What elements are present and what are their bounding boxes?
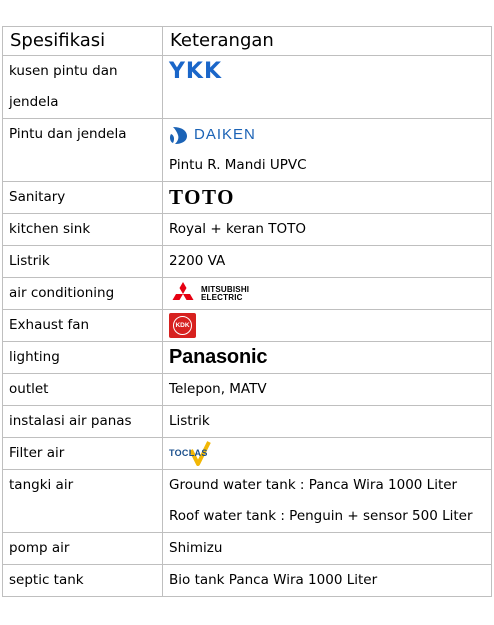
row-label: outlet	[2, 373, 163, 406]
row-value: Panasonic	[162, 341, 492, 374]
table-row: instalasi air panas Listrik	[2, 405, 492, 438]
row-label: instalasi air panas	[2, 405, 163, 438]
row-value: Royal + keran TOTO	[162, 213, 492, 246]
ykk-logo: YKK	[169, 59, 223, 84]
row-value: TOTO	[162, 181, 492, 214]
kdk-badge: KDK	[169, 313, 196, 338]
row-label: kusen pintu dan jendela	[2, 55, 163, 119]
daiken-mark-icon	[169, 126, 187, 144]
table-row: air conditioning MITSUBISHI ELECTRIC	[2, 277, 492, 310]
table-row: pomp air Shimizu	[2, 532, 492, 565]
row-label: Exhaust fan	[2, 309, 163, 342]
header-keterangan: Keterangan	[162, 26, 492, 56]
row-value: 2200 VA	[162, 245, 492, 278]
table-row: Sanitary TOTO	[2, 181, 492, 214]
row-label: Filter air	[2, 437, 163, 470]
panasonic-logo: Panasonic	[169, 346, 268, 368]
row-label: air conditioning	[2, 277, 163, 310]
row-value: YKK	[162, 55, 492, 119]
row-label: tangki air	[2, 469, 163, 533]
table-row: Pintu dan jendela DAIKEN Pintu R. Mandi …	[2, 118, 492, 182]
row-label: kitchen sink	[2, 213, 163, 246]
table-row: Listrik 2200 VA	[2, 245, 492, 278]
mitsubishi-diamonds-icon	[172, 281, 194, 300]
table-row: Exhaust fan KDK	[2, 309, 492, 342]
table-row: Filter air TOCLAS	[2, 437, 492, 470]
row-label-line: kusen pintu dan	[9, 63, 118, 79]
table-header-row: Spesifikasi Keterangan	[2, 26, 492, 56]
header-spesifikasi: Spesifikasi	[2, 26, 163, 56]
row-label: septic tank	[2, 564, 163, 597]
specification-table: Spesifikasi Keterangan kusen pintu dan j…	[2, 26, 492, 597]
row-value: KDK	[162, 309, 492, 342]
row-label: lighting	[2, 341, 163, 374]
toto-logo: TOTO	[169, 185, 235, 209]
table-row: septic tank Bio tank Panca Wira 1000 Lit…	[2, 564, 492, 597]
mitsubishi-electric-logo: MITSUBISHI ELECTRIC	[169, 278, 485, 309]
toclas-wordmark: TOCLAS	[169, 448, 208, 458]
table-row: kitchen sink Royal + keran TOTO	[2, 213, 492, 246]
mitsubishi-wordmark: MITSUBISHI ELECTRIC	[201, 285, 249, 302]
row-label: Sanitary	[2, 181, 163, 214]
toclas-logo: TOCLAS	[169, 438, 485, 469]
row-label: Pintu dan jendela	[2, 118, 163, 182]
row-value: Ground water tank : Panca Wira 1000 Lite…	[162, 469, 492, 533]
table-row: lighting Panasonic	[2, 341, 492, 374]
row-value: MITSUBISHI ELECTRIC	[162, 277, 492, 310]
electric-line: ELECTRIC	[201, 292, 243, 302]
table-row: tangki air Ground water tank : Panca Wir…	[2, 469, 492, 533]
row-value: Listrik	[162, 405, 492, 438]
row-value: Telepon, MATV	[162, 373, 492, 406]
row-value: Shimizu	[162, 532, 492, 565]
kdk-logo: KDK	[169, 310, 485, 341]
row-value-text: Pintu R. Mandi UPVC	[169, 157, 307, 173]
table-row: kusen pintu dan jendela YKK	[2, 55, 492, 119]
row-value: TOCLAS	[162, 437, 492, 470]
row-label: pomp air	[2, 532, 163, 565]
row-value-line: Ground water tank : Panca Wira 1000 Lite…	[169, 477, 458, 493]
row-label-line: jendela	[9, 94, 59, 110]
row-label: Listrik	[2, 245, 163, 278]
table-row: outlet Telepon, MATV	[2, 373, 492, 406]
kdk-wordmark: KDK	[173, 316, 192, 335]
daiken-wordmark: DAIKEN	[194, 126, 256, 143]
daiken-logo: DAIKEN	[169, 119, 485, 150]
row-value: Bio tank Panca Wira 1000 Liter	[162, 564, 492, 597]
row-value: DAIKEN Pintu R. Mandi UPVC	[162, 118, 492, 182]
row-value-line: Roof water tank : Penguin + sensor 500 L…	[169, 508, 473, 524]
